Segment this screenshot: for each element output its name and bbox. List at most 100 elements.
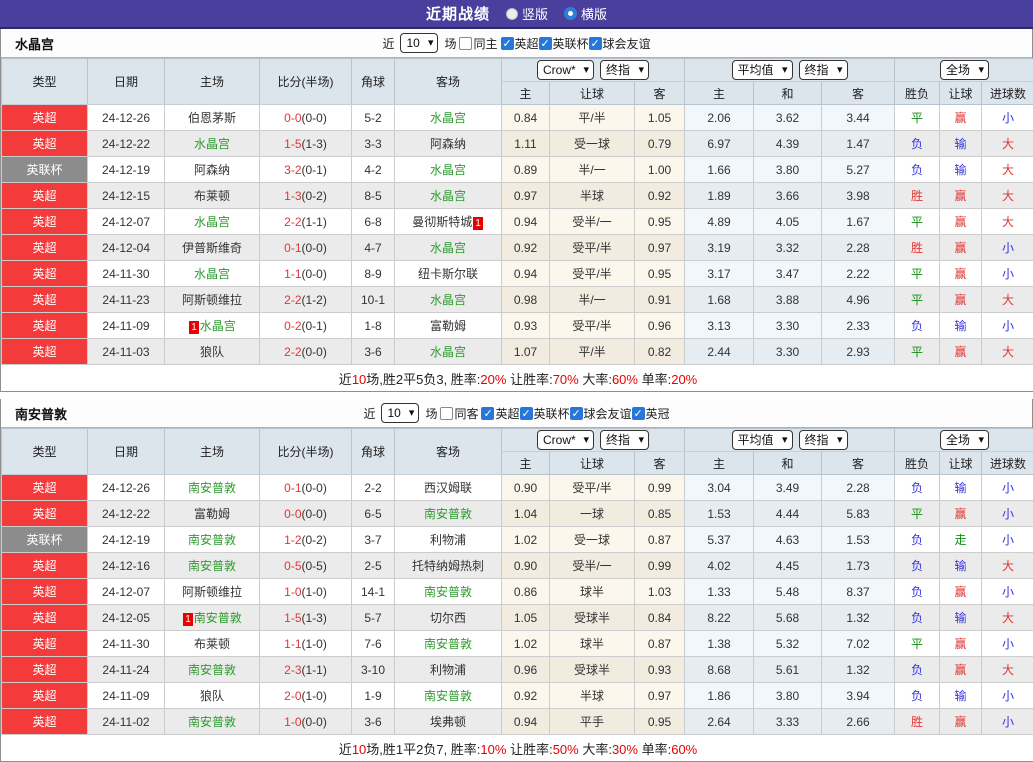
- odds-away: 0.92: [635, 183, 685, 209]
- team-name: 水晶宫: [194, 215, 230, 229]
- odds-away: 0.82: [635, 339, 685, 365]
- odds-stage-select[interactable]: 终指: [600, 430, 649, 450]
- score-cell: 2-0(1-0): [260, 683, 352, 709]
- match-count-select[interactable]: 10: [381, 403, 419, 423]
- home-team-cell: 阿斯顿维拉: [165, 579, 260, 605]
- away-team-cell: 富勒姆: [395, 313, 502, 339]
- odds-provider-select[interactable]: Crow*: [537, 430, 594, 450]
- vertical-layout-radio[interactable]: 竖版: [506, 4, 548, 23]
- avg-stage-select[interactable]: 终指: [799, 430, 848, 450]
- league-filter-label: 英联杯: [534, 405, 570, 422]
- average-group-header: 平均值终指: [685, 59, 895, 82]
- home-team-cell: 水晶宫: [165, 131, 260, 157]
- home-team-cell: 水晶宫: [165, 209, 260, 235]
- checkbox-icon: [570, 407, 583, 420]
- avg-away: 2.66: [822, 709, 895, 735]
- avg-home: 1.53: [685, 501, 754, 527]
- radio-label: 竖版: [522, 4, 548, 23]
- score-cell: 3-2(0-1): [260, 157, 352, 183]
- filter-bar: 近 10 场 同客 英超英联杯球会友谊英冠: [363, 403, 669, 423]
- avg-away: 1.73: [822, 553, 895, 579]
- fulltime-score: 0-0: [284, 507, 301, 521]
- avg-draw: 5.48: [754, 579, 822, 605]
- odds-handicap: 受平/半: [550, 261, 635, 287]
- summary-segment: 70%: [553, 372, 579, 387]
- league-filter-label: 英超: [515, 35, 539, 52]
- home-team-cell: 伯恩茅斯: [165, 105, 260, 131]
- avg-stage-select[interactable]: 终指: [799, 60, 848, 80]
- odds-stage-select[interactable]: 终指: [600, 60, 649, 80]
- team-name: 南安普敦: [194, 611, 242, 625]
- avg-away: 7.02: [822, 631, 895, 657]
- event-badge: 1: [189, 321, 199, 334]
- team-name: 水晶宫: [194, 267, 230, 281]
- league-filter-checkbox[interactable]: 英联杯: [539, 35, 589, 52]
- same-venue-checkbox[interactable]: 同客: [440, 405, 478, 422]
- horizontal-layout-radio[interactable]: 横版: [564, 4, 607, 23]
- avg-draw: 3.32: [754, 235, 822, 261]
- match-count-select[interactable]: 10: [400, 33, 438, 53]
- avg-home: 2.44: [685, 339, 754, 365]
- odds-handicap: 受平/半: [550, 313, 635, 339]
- away-team-cell: 水晶宫: [395, 183, 502, 209]
- league-filter-checkbox[interactable]: 英超: [501, 35, 539, 52]
- score-cell: 0-1(0-0): [260, 235, 352, 261]
- odds-away: 1.00: [635, 157, 685, 183]
- score-cell: 1-3(0-2): [260, 183, 352, 209]
- home-team-cell: 狼队: [165, 683, 260, 709]
- corner-score: 10-1: [352, 287, 395, 313]
- match-row: 英超24-12-04伊普斯维奇0-1(0-0)4-7水晶宫0.92受平/半0.9…: [2, 235, 1033, 261]
- result-goals: 大: [982, 183, 1033, 209]
- score-cell: 0-2(0-1): [260, 313, 352, 339]
- avg-away: 5.83: [822, 501, 895, 527]
- avg-provider-select[interactable]: 平均值: [732, 60, 793, 80]
- summary-segment: 10: [352, 742, 366, 757]
- league-filter-checkbox[interactable]: 英冠: [632, 405, 670, 422]
- result-outcome: 平: [895, 287, 940, 313]
- scope-select[interactable]: 全场: [940, 60, 989, 80]
- result-outcome: 平: [895, 501, 940, 527]
- odds-handicap: 球半: [550, 631, 635, 657]
- league-filter-checkbox[interactable]: 球会友谊: [589, 35, 651, 52]
- result-handicap: 赢: [940, 183, 982, 209]
- team-name: 阿斯顿维拉: [182, 585, 242, 599]
- avg-draw: 4.45: [754, 553, 822, 579]
- avg-home: 1.66: [685, 157, 754, 183]
- avg-provider-select[interactable]: 平均值: [732, 430, 793, 450]
- avg-home: 1.38: [685, 631, 754, 657]
- match-count-select-wrap: 10: [381, 403, 419, 423]
- column-header: 角球: [352, 59, 395, 105]
- avg-stage-select-wrap: 终指: [799, 60, 848, 80]
- page-title: 近期战绩: [426, 3, 490, 24]
- match-count-select-wrap: 10: [400, 33, 438, 53]
- avg-home: 8.22: [685, 605, 754, 631]
- team-name: 利物浦: [430, 533, 466, 547]
- team-name: 利物浦: [430, 663, 466, 677]
- result-handicap: 赢: [940, 339, 982, 365]
- corner-score: 3-6: [352, 339, 395, 365]
- team-name: 南安普敦: [188, 559, 236, 573]
- result-handicap: 走: [940, 527, 982, 553]
- league-filter-checkbox[interactable]: 球会友谊: [570, 405, 632, 422]
- league-type-cell: 英超: [2, 183, 88, 209]
- league-filter-checkbox[interactable]: 英联杯: [520, 405, 570, 422]
- score-cell: 0-0(0-0): [260, 105, 352, 131]
- home-team-cell: 1水晶宫: [165, 313, 260, 339]
- scope-select[interactable]: 全场: [940, 430, 989, 450]
- odds-home: 0.97: [502, 183, 550, 209]
- score-cell: 1-0(0-0): [260, 709, 352, 735]
- match-date: 24-11-30: [88, 261, 165, 287]
- away-team-cell: 水晶宫: [395, 235, 502, 261]
- corner-score: 2-5: [352, 553, 395, 579]
- result-outcome: 负: [895, 527, 940, 553]
- odds-provider-select[interactable]: Crow*: [537, 60, 594, 80]
- match-date: 24-12-07: [88, 579, 165, 605]
- fulltime-score: 3-2: [284, 163, 301, 177]
- same-venue-checkbox[interactable]: 同主: [459, 35, 497, 52]
- odds-away: 0.99: [635, 475, 685, 501]
- match-date: 24-12-26: [88, 475, 165, 501]
- league-filter-checkbox[interactable]: 英超: [481, 405, 519, 422]
- team-name: 阿森纳: [194, 163, 230, 177]
- match-date: 24-11-03: [88, 339, 165, 365]
- odds-home: 0.92: [502, 235, 550, 261]
